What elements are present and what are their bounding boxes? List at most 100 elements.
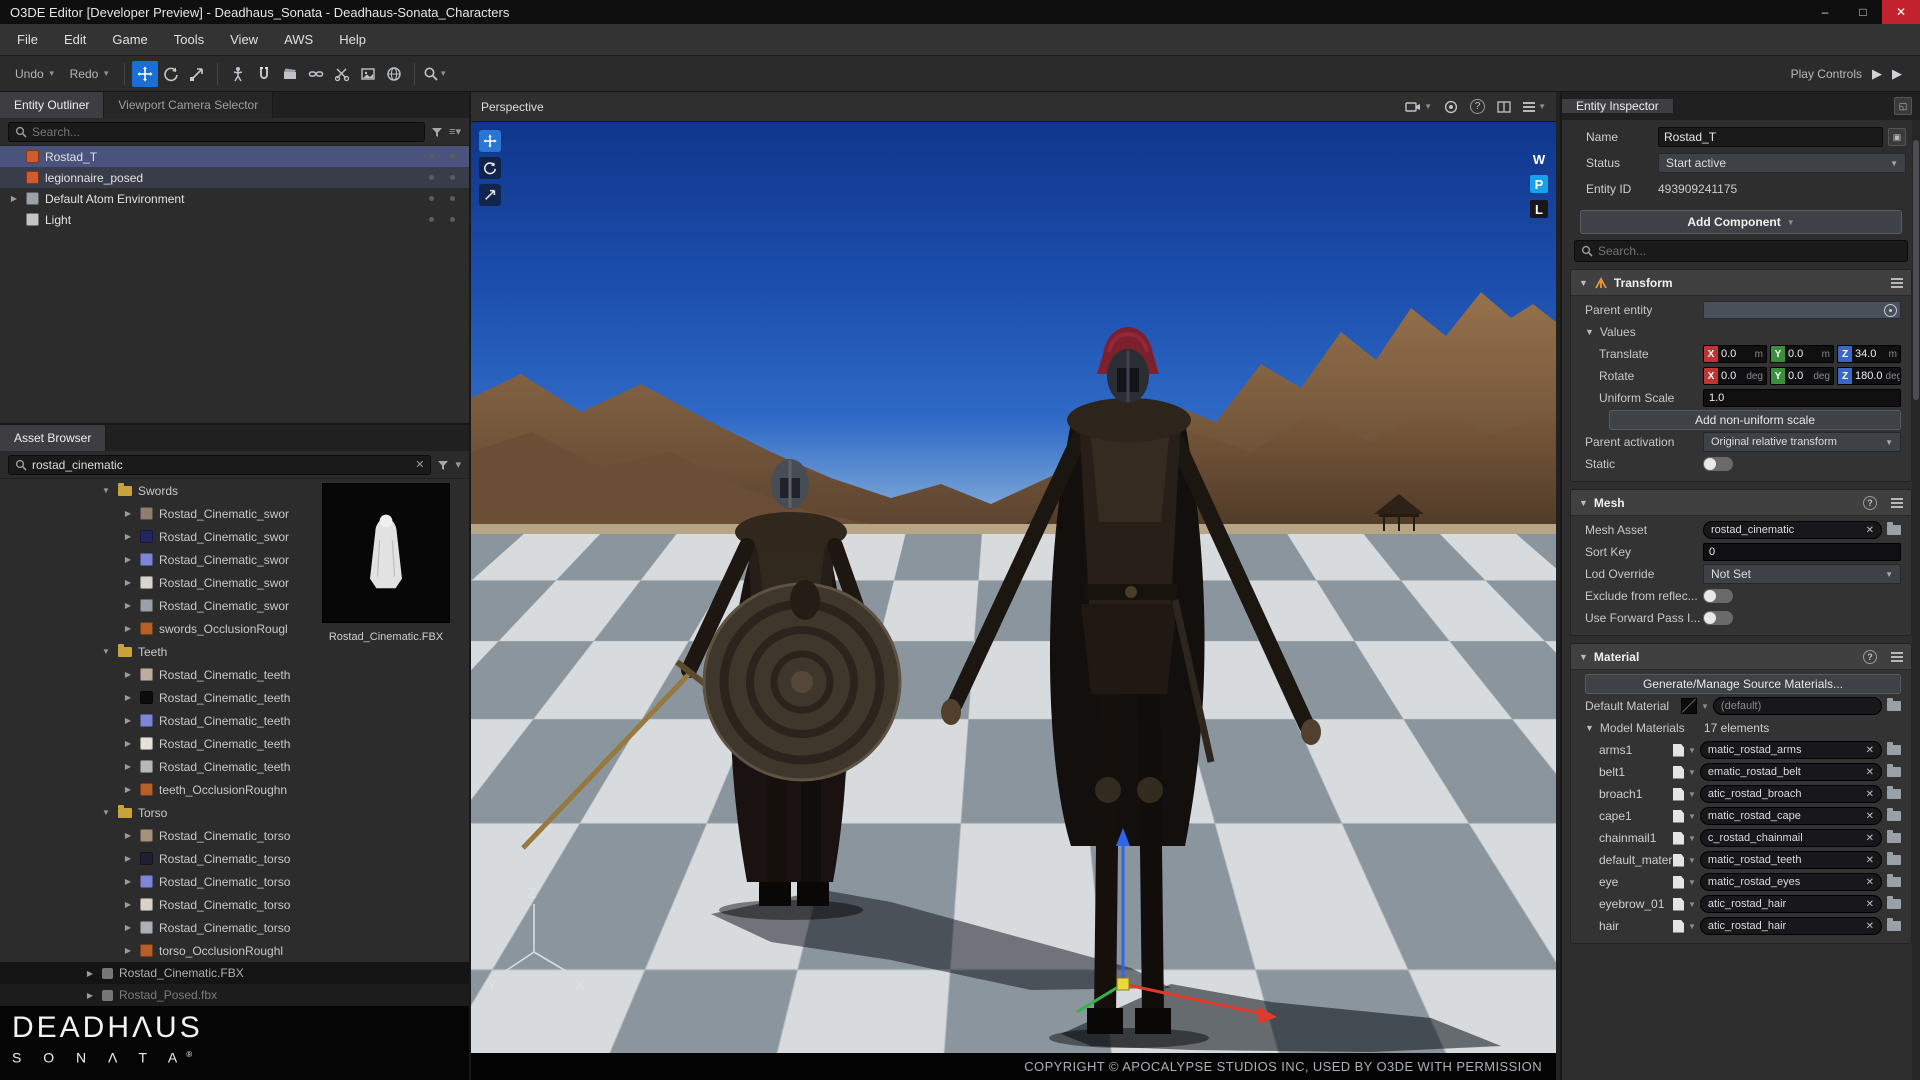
minimize-button[interactable]: – (1806, 0, 1844, 24)
snap-tool-button[interactable] (251, 61, 277, 87)
menu-help[interactable]: Help (326, 24, 379, 55)
parent-activation-dropdown[interactable]: Original relative transform ▼ (1703, 432, 1901, 452)
component-menu-icon[interactable] (1891, 498, 1903, 508)
scrollbar-thumb[interactable] (1913, 140, 1919, 400)
clear-icon[interactable]: ✕ (1862, 767, 1874, 778)
clear-search-icon[interactable]: ✕ (415, 458, 424, 471)
rotate-y-field[interactable]: Y 0.0 deg (1770, 367, 1834, 385)
parent-entity-field[interactable] (1703, 301, 1901, 319)
asset-preview-thumbnail[interactable] (322, 483, 450, 623)
asset-source-file[interactable]: ▶ Rostad_Posed.fbx (0, 984, 469, 1006)
chevron-down-icon[interactable]: ▼ (1688, 746, 1696, 755)
chevron-down-icon[interactable]: ▼ (1688, 922, 1696, 931)
forward-pass-toggle[interactable] (1703, 611, 1733, 625)
tab-asset-browser[interactable]: Asset Browser (0, 425, 106, 451)
chevron-down-icon[interactable]: ▼ (1688, 878, 1696, 887)
status-dropdown[interactable]: Start active ▼ (1658, 153, 1906, 173)
material-file-icon[interactable] (1673, 876, 1684, 889)
model-materials-row[interactable]: ▼ Model Materials 17 elements (1571, 717, 1911, 739)
material-asset-field[interactable]: atic_rostad_broach ✕ (1700, 785, 1882, 803)
close-button[interactable]: ✕ (1882, 0, 1920, 24)
menu-aws[interactable]: AWS (271, 24, 326, 55)
undo-button[interactable]: Undo ▼ (8, 61, 63, 87)
entity-row-rostad-t[interactable]: Rostad_T (0, 146, 469, 167)
chevron-down-icon[interactable]: ▼ (1701, 702, 1709, 711)
material-asset-field[interactable]: matic_rostad_eyes ✕ (1700, 873, 1882, 891)
component-menu-icon[interactable] (1891, 652, 1903, 662)
mesh-asset-field[interactable]: rostad_cinematic ✕ (1703, 521, 1882, 539)
component-menu-icon[interactable] (1891, 278, 1903, 288)
lock-toggle[interactable] (450, 196, 455, 201)
viewport-rotate-button[interactable] (479, 157, 501, 179)
default-material-field[interactable]: (default) (1713, 697, 1882, 715)
viewport-move-button[interactable] (479, 130, 501, 152)
chevron-down-icon[interactable]: ▾ (455, 458, 461, 471)
clear-icon[interactable]: ✕ (1862, 921, 1874, 932)
sort-key-field[interactable]: 0 (1703, 543, 1901, 561)
lock-toggle[interactable] (450, 175, 455, 180)
material-file-icon[interactable] (1673, 920, 1684, 933)
simulate-button[interactable]: ▶ (1892, 66, 1902, 82)
outliner-search[interactable] (8, 122, 425, 142)
tab-entity-inspector[interactable]: Entity Inspector (1562, 99, 1674, 113)
material-asset-field[interactable]: ematic_rostad_belt ✕ (1700, 763, 1882, 781)
asset-search-input[interactable] (32, 458, 410, 472)
pin-panel-icon[interactable]: ◱ (1894, 97, 1912, 115)
clear-icon[interactable]: ✕ (1862, 899, 1874, 910)
browse-folder-icon[interactable] (1887, 701, 1901, 711)
asset-item[interactable]: ▶ Rostad_Cinematic_teeth (0, 709, 469, 732)
help-icon[interactable]: ? (1470, 99, 1485, 114)
menu-file[interactable]: File (4, 24, 51, 55)
browse-folder-icon[interactable] (1887, 745, 1901, 755)
perspective-toggle[interactable]: P (1530, 175, 1548, 193)
asset-item[interactable]: ▶ Rostad_Cinematic_torso (0, 824, 469, 847)
material-file-icon[interactable] (1673, 788, 1684, 801)
material-asset-field[interactable]: c_rostad_chainmail ✕ (1700, 829, 1882, 847)
material-asset-field[interactable]: atic_rostad_hair ✕ (1700, 917, 1882, 935)
inspector-scrollbar[interactable] (1912, 120, 1920, 1080)
asset-item[interactable]: ▶ Rostad_Cinematic_torso (0, 870, 469, 893)
maximize-button[interactable]: □ (1844, 0, 1882, 24)
values-row[interactable]: ▼ Values (1571, 321, 1911, 343)
visibility-toggle[interactable] (429, 196, 434, 201)
texture-tool-button[interactable] (355, 61, 381, 87)
uniform-scale-field[interactable]: 1.0 (1703, 389, 1901, 407)
translate-x-field[interactable]: X 0.0 m (1703, 345, 1767, 363)
help-icon[interactable]: ? (1863, 650, 1877, 664)
menu-view[interactable]: View (217, 24, 271, 55)
viewport-scene[interactable]: Z Y X W P L (471, 122, 1556, 1053)
chevron-down-icon[interactable]: ▼ (1688, 856, 1696, 865)
cut-tool-button[interactable] (329, 61, 355, 87)
material-file-icon[interactable] (1673, 744, 1684, 757)
chevron-down-icon[interactable]: ▼ (1688, 834, 1696, 843)
picker-icon[interactable] (1884, 304, 1897, 317)
menu-edit[interactable]: Edit (51, 24, 99, 55)
move-tool-button[interactable] (132, 61, 158, 87)
debug-display-button[interactable] (1444, 100, 1458, 114)
asset-item[interactable]: ▶ teeth_OcclusionRoughn (0, 778, 469, 801)
layout-button[interactable] (1497, 101, 1511, 113)
clear-icon[interactable]: ✕ (1862, 855, 1874, 866)
asset-item[interactable]: ▶ Rostad_Cinematic_torso (0, 847, 469, 870)
animation-tool-button[interactable] (225, 61, 251, 87)
static-toggle[interactable] (1703, 457, 1733, 471)
clear-icon[interactable]: ✕ (1862, 525, 1874, 536)
world-tool-button[interactable] (381, 61, 407, 87)
browse-folder-icon[interactable] (1887, 855, 1901, 865)
asset-search[interactable]: ✕ (8, 455, 431, 475)
chevron-down-icon[interactable]: ▼ (1688, 812, 1696, 821)
browse-folder-icon[interactable] (1887, 877, 1901, 887)
asset-item[interactable]: ▶ Rostad_Cinematic_teeth (0, 732, 469, 755)
browse-folder-icon[interactable] (1887, 767, 1901, 777)
link-tool-button[interactable] (303, 61, 329, 87)
viewport-options-button[interactable]: ▼ (1523, 102, 1546, 112)
browse-folder-icon[interactable] (1887, 899, 1901, 909)
asset-item[interactable]: ▶ Rostad_Cinematic_teeth (0, 663, 469, 686)
material-asset-field[interactable]: atic_rostad_hair ✕ (1700, 895, 1882, 913)
material-asset-field[interactable]: matic_rostad_arms ✕ (1700, 741, 1882, 759)
asset-item[interactable]: ▶ Rostad_Cinematic_teeth (0, 686, 469, 709)
material-asset-field[interactable]: matic_rostad_cape ✕ (1700, 807, 1882, 825)
viewport-scale-button[interactable] (479, 184, 501, 206)
expand-icon[interactable]: ▶ (8, 194, 20, 203)
rotate-z-field[interactable]: Z 180.0 deg (1837, 367, 1901, 385)
